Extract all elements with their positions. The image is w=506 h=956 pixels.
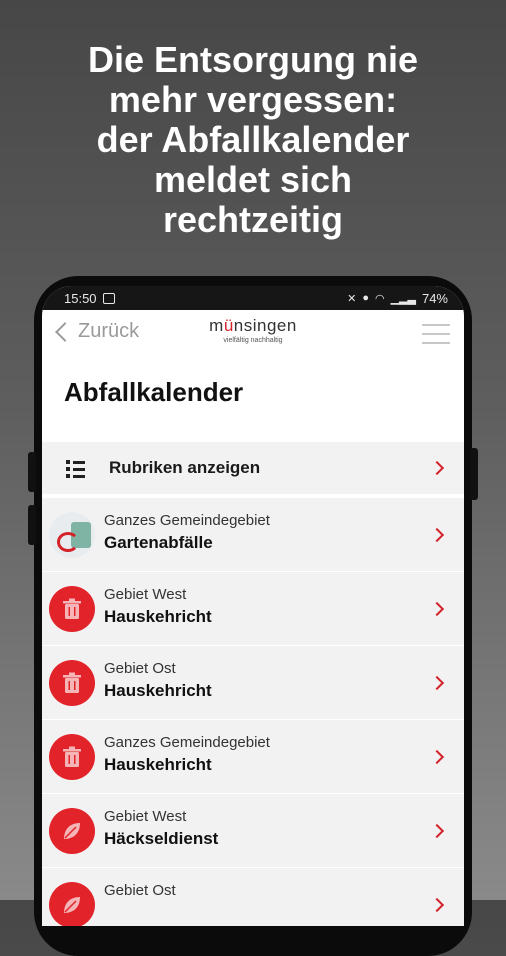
battery-level: 74% bbox=[421, 290, 448, 306]
garden-waste-thumbnail bbox=[49, 511, 95, 558]
status-time: 15:50 bbox=[64, 290, 97, 306]
show-categories-row[interactable]: Rubriken anzeigen bbox=[42, 442, 464, 495]
item-name: Hauskehricht bbox=[104, 607, 212, 626]
status-bar: 15:50 ✕ ● ◠ ▁▂▃ 74% bbox=[42, 286, 464, 310]
list-icon bbox=[66, 460, 86, 481]
item-name: Hauskehricht bbox=[104, 681, 212, 700]
trash-icon bbox=[49, 659, 95, 706]
phone-power-button bbox=[470, 448, 478, 500]
notification-icon bbox=[102, 292, 115, 304]
phone-side-button bbox=[28, 452, 36, 492]
waste-calendar-list: Rubriken anzeigen Ganzes Gemeindegebiet … bbox=[42, 442, 464, 926]
page-title: Abfallkalender bbox=[64, 377, 244, 407]
item-area: Ganzes Gemeindegebiet bbox=[104, 512, 270, 529]
phone-side-button bbox=[28, 505, 36, 545]
list-item[interactable]: Gebiet Ost Hauskehricht bbox=[42, 646, 464, 720]
item-name: Hauskehricht bbox=[104, 755, 212, 774]
chevron-right-icon bbox=[429, 460, 445, 476]
chevron-right-icon bbox=[429, 749, 445, 764]
leaf-icon bbox=[49, 881, 95, 926]
mute-icon: ✕ bbox=[347, 292, 357, 305]
chevron-right-icon bbox=[429, 601, 445, 616]
list-item[interactable]: Gebiet Ost bbox=[42, 868, 464, 926]
signal-icon: ▁▂▃ bbox=[390, 292, 416, 305]
app-screen: 15:50 ✕ ● ◠ ▁▂▃ 74% Zurück münsingen vie… bbox=[42, 286, 464, 926]
show-categories-label: Rubriken anzeigen bbox=[109, 458, 261, 477]
item-name: Häckseldienst bbox=[104, 829, 219, 848]
app-navbar: Zurück münsingen vielfältig nachhaltig bbox=[42, 310, 464, 362]
wifi-icon: ◠ bbox=[374, 292, 385, 305]
list-item[interactable]: Ganzes Gemeindegebiet Gartenabfälle bbox=[42, 498, 464, 572]
item-name: Gartenabfälle bbox=[104, 533, 213, 552]
item-area: Gebiet Ost bbox=[104, 882, 176, 899]
chevron-right-icon bbox=[429, 675, 445, 690]
trash-icon bbox=[49, 733, 95, 780]
trash-icon bbox=[49, 585, 95, 632]
hamburger-menu-icon[interactable] bbox=[422, 324, 450, 351]
back-button[interactable]: Zurück bbox=[52, 320, 139, 343]
chevron-right-icon bbox=[429, 823, 445, 838]
list-item[interactable]: Gebiet West Häckseldienst bbox=[42, 794, 464, 868]
item-area: Gebiet West bbox=[104, 808, 187, 825]
chevron-left-icon bbox=[55, 321, 75, 342]
item-area: Gebiet West bbox=[104, 586, 187, 603]
list-item[interactable]: Ganzes Gemeindegebiet Hauskehricht bbox=[42, 720, 464, 794]
leaf-icon bbox=[49, 807, 95, 854]
back-label: Zurück bbox=[78, 320, 140, 342]
muensingen-logo: münsingen vielfältig nachhaltig bbox=[209, 316, 297, 344]
chevron-right-icon bbox=[429, 527, 445, 542]
item-area: Ganzes Gemeindegebiet bbox=[104, 734, 270, 751]
promo-headline: Die Entsorgung nie mehr vergessen: der A… bbox=[87, 39, 418, 240]
list-item[interactable]: Gebiet West Hauskehricht bbox=[42, 572, 464, 646]
location-icon: ● bbox=[362, 292, 369, 304]
item-area: Gebiet Ost bbox=[104, 660, 176, 677]
